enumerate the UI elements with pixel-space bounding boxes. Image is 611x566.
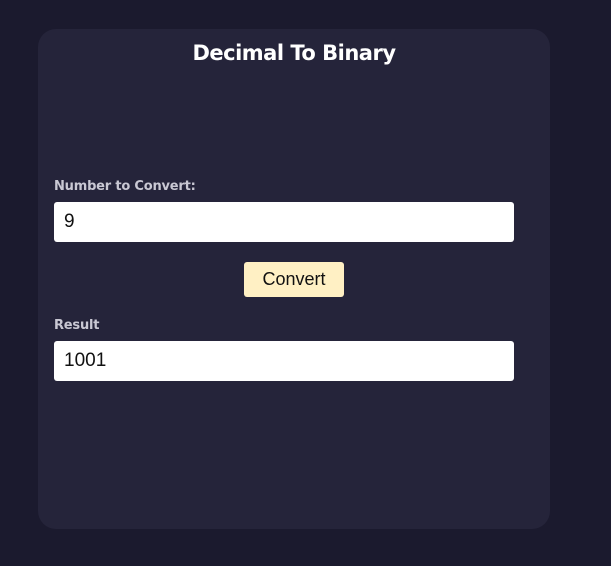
result-output[interactable] — [54, 341, 514, 381]
convert-button[interactable]: Convert — [244, 262, 344, 297]
result-label: Result — [54, 318, 100, 333]
converter-card: Decimal To Binary Number to Convert: Con… — [38, 29, 550, 529]
page-title: Decimal To Binary — [192, 41, 396, 65]
number-to-convert-label: Number to Convert: — [54, 179, 196, 194]
number-input[interactable] — [54, 202, 514, 242]
